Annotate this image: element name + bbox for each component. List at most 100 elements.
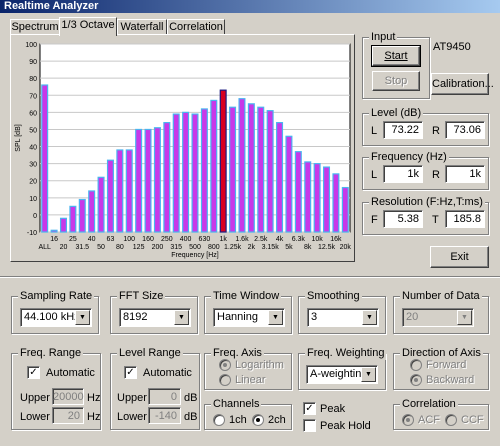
x-tick-label: 31.5: [75, 244, 89, 251]
bar: [106, 159, 114, 233]
channels-1ch-radio[interactable]: [213, 414, 225, 426]
x-tick-label: 100: [123, 236, 135, 243]
bar: [332, 173, 340, 233]
bar: [285, 135, 293, 233]
window-title: Realtime Analyzer: [0, 0, 500, 13]
y-tick-label: 10: [29, 196, 37, 203]
freq-axis-linear-radio[interactable]: [219, 374, 231, 386]
bar: [182, 111, 190, 233]
bar: [266, 110, 274, 233]
bar: [341, 186, 349, 233]
number-of-data-title: Number of Data: [400, 289, 482, 303]
exit-button[interactable]: Exit: [430, 246, 489, 268]
y-tick-label: 70: [29, 93, 37, 100]
bar: [247, 103, 255, 233]
freq-weighting-value: A-weighting: [310, 368, 368, 380]
number-of-data-select[interactable]: 20 ▼: [402, 308, 474, 327]
bar: [88, 190, 96, 233]
x-tick-label: 800: [208, 244, 220, 251]
chevron-down-icon: ▼: [174, 310, 189, 325]
direction-backward-radio[interactable]: [410, 374, 422, 386]
fft-size-title: FFT Size: [117, 289, 166, 303]
x-tick-label: 20k: [340, 244, 352, 251]
x-tick-label: 1.6k: [235, 236, 249, 243]
frequency-r-value: 1k: [445, 165, 485, 183]
bar: [304, 161, 312, 233]
freq-range-upper-field[interactable]: 20000: [52, 388, 84, 405]
direction-forward-radio[interactable]: [410, 359, 422, 371]
freq-range-upper-unit: Hz: [87, 392, 101, 404]
tab-spectrum[interactable]: Spectrum: [10, 19, 60, 35]
bar: [276, 122, 284, 233]
freq-range-lower-field[interactable]: 20: [52, 407, 84, 424]
bar: [97, 176, 105, 233]
smoothing-select[interactable]: 3 ▼: [307, 308, 379, 327]
freq-axis-logarithm-radio[interactable]: [219, 359, 231, 371]
time-window-group: Time Window Hanning ▼: [204, 289, 292, 334]
level-range-lower-field[interactable]: -140: [148, 407, 181, 424]
level-range-automatic-checkbox[interactable]: ✓: [124, 366, 137, 379]
sampling-rate-select[interactable]: 44.100 kHz ▼: [20, 308, 92, 327]
calibration-button[interactable]: Calibration...: [431, 73, 494, 95]
smoothing-group: Smoothing 3 ▼: [298, 289, 386, 334]
correlation-ccf-radio[interactable]: [445, 414, 457, 426]
sampling-rate-value: 44.100 kHz: [24, 311, 80, 323]
bar: [323, 166, 331, 233]
exit-button-label: Exit: [450, 251, 469, 263]
channels-2ch-radio[interactable]: [252, 414, 264, 426]
x-tick-label: 400: [180, 236, 192, 243]
chevron-down-icon: ▼: [457, 310, 472, 325]
correlation-group: Correlation ACF CCF: [393, 397, 489, 430]
freq-axis-logarithm-label: Logarithm: [235, 359, 284, 371]
tab-correlation[interactable]: Correlation: [167, 19, 225, 35]
x-tick-label: 25: [69, 236, 77, 243]
x-tick-label: 1k: [219, 236, 227, 243]
freq-weighting-select[interactable]: A-weighting ▼: [306, 365, 378, 384]
bar: [313, 163, 321, 233]
freq-range-automatic-checkbox[interactable]: ✓: [27, 366, 40, 379]
separator: [0, 276, 500, 278]
peak-hold-label: Peak Hold: [320, 420, 371, 432]
bar: [135, 128, 143, 233]
x-tick-label: 12.5k: [318, 244, 336, 251]
fft-size-select[interactable]: 8192 ▼: [119, 308, 191, 327]
x-tick-label: 8k: [304, 244, 312, 251]
bar: [41, 84, 49, 233]
x-tick-label: 500: [189, 244, 201, 251]
y-tick-label: 90: [29, 59, 37, 66]
freq-axis-group: Freq. Axis Logarithm Linear: [204, 346, 292, 390]
y-tick-label: 20: [29, 179, 37, 186]
frequency-group-title: Frequency (Hz): [369, 150, 449, 164]
time-window-select[interactable]: Hanning ▼: [213, 308, 285, 327]
peak-checkbox[interactable]: ✓: [303, 402, 316, 415]
resolution-f-value: 5.38: [383, 210, 423, 228]
y-tick-label: 50: [29, 127, 37, 134]
bar-highlighted: [219, 89, 227, 233]
bar: [238, 98, 246, 233]
y-tick-label: 40: [29, 145, 37, 152]
stop-button[interactable]: Stop: [372, 71, 420, 91]
level-range-upper-field[interactable]: 0: [148, 388, 181, 405]
peak-hold-checkbox[interactable]: [303, 419, 316, 432]
time-window-value: Hanning: [217, 311, 258, 323]
resolution-t-label: T: [432, 214, 439, 226]
freq-range-group: Freq. Range ✓ Automatic Upper 20000 Hz L…: [11, 346, 101, 430]
peak-label: Peak: [320, 403, 346, 415]
level-range-upper-label: Upper: [117, 392, 147, 404]
x-tick-label: 5k: [285, 244, 293, 251]
freq-range-lower-unit: Hz: [87, 411, 101, 423]
start-button[interactable]: Start: [371, 45, 421, 67]
tab-one-third-octave[interactable]: 1/3 Octave: [59, 17, 117, 36]
x-tick-label: 125: [133, 244, 145, 251]
freq-weighting-group: Freq. Weighting A-weighting ▼: [298, 346, 387, 390]
octave-chart-panel: -10 0 10 20 30 40 50 60 70 80 90 100 16 25 40 63 100 160 2…: [10, 34, 355, 262]
x-tick-label: 200: [152, 244, 164, 251]
y-tick-label: 30: [29, 162, 37, 169]
correlation-acf-radio[interactable]: [402, 414, 414, 426]
tab-waterfall[interactable]: Waterfall: [117, 19, 167, 35]
frequency-l-value: 1k: [383, 165, 423, 183]
x-tick-label: 315: [170, 244, 182, 251]
y-tick-label: 80: [29, 76, 37, 83]
x-tick-label: 16k: [330, 236, 342, 243]
level-range-automatic-label: Automatic: [143, 367, 192, 379]
